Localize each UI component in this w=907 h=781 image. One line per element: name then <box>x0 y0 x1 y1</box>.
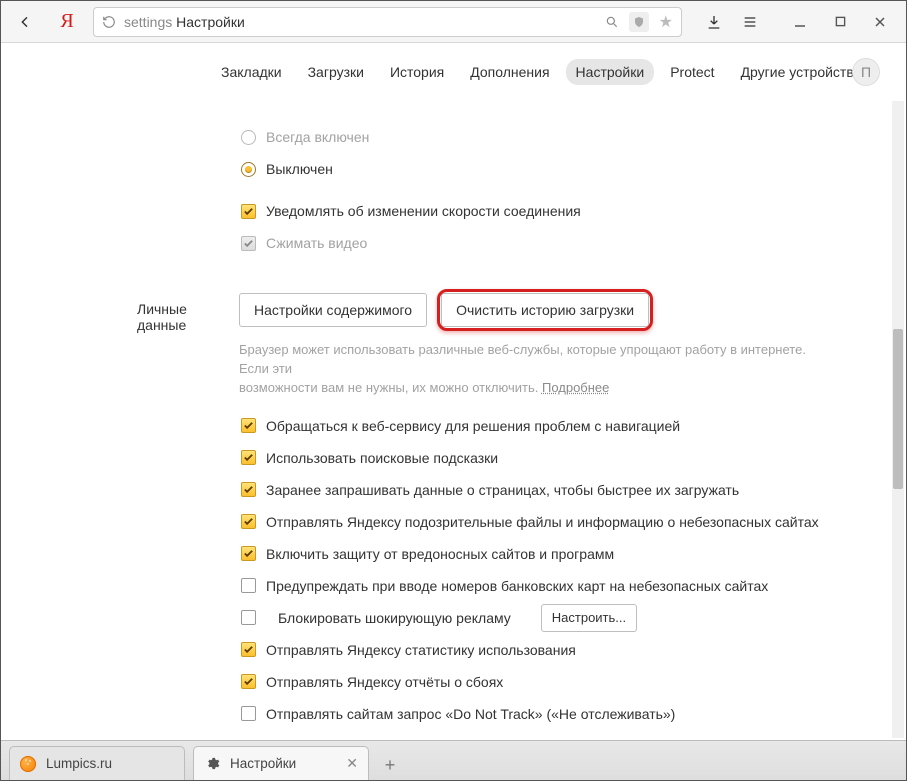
reload-icon[interactable] <box>102 15 116 29</box>
checkbox-notify-speed[interactable]: Уведомлять об изменении скорости соедине… <box>239 195 866 227</box>
option-label: Включить защиту от вредоносных сайтов и … <box>266 546 614 562</box>
address-text: settings Настройки <box>124 14 597 30</box>
radio-icon <box>241 130 256 145</box>
checkbox-icon <box>241 706 256 721</box>
option-label: Отправлять Яндексу отчёты о сбоях <box>266 674 503 690</box>
checkbox-icon <box>241 610 256 625</box>
protect-shield-icon[interactable] <box>629 12 649 32</box>
radio-turbo-off[interactable]: Выключен <box>239 153 866 185</box>
scrollbar-track[interactable] <box>892 101 904 738</box>
configure-ads-button[interactable]: Настроить... <box>541 604 637 632</box>
nav-tab-other-devices[interactable]: Другие устройства <box>731 59 872 85</box>
checkbox-nav-problems[interactable]: Обращаться к веб-сервису для решения про… <box>239 410 866 442</box>
back-button[interactable] <box>9 8 41 36</box>
tab-lumpics[interactable]: Lumpics.ru <box>9 746 185 780</box>
new-tab-button[interactable]: + <box>375 750 405 780</box>
checkbox-prefetch[interactable]: Заранее запрашивать данные о страницах, … <box>239 474 866 506</box>
tab-strip: Lumpics.ru Настройки ✕ + <box>1 740 906 780</box>
radio-turbo-always-on[interactable]: Всегда включен <box>239 121 866 153</box>
tab-label: Lumpics.ru <box>46 756 112 771</box>
window-maximize-button[interactable] <box>822 8 858 36</box>
nav-tab-extensions[interactable]: Дополнения <box>460 59 559 85</box>
section-label-privacy: Личные данные <box>1 293 239 730</box>
checkbox-icon <box>241 418 256 433</box>
clear-download-history-button[interactable]: Очистить историю загрузки <box>441 293 649 327</box>
nav-tab-history[interactable]: История <box>380 59 454 85</box>
option-label: Уведомлять об изменении скорости соедине… <box>266 203 581 219</box>
checkbox-compress-video: Сжимать видео <box>239 227 866 259</box>
menu-button[interactable] <box>734 8 766 36</box>
option-label: Обращаться к веб-сервису для решения про… <box>266 418 680 434</box>
nav-tab-settings[interactable]: Настройки <box>566 59 655 85</box>
checkbox-icon <box>241 514 256 529</box>
yandex-logo-icon[interactable]: Я <box>55 10 79 34</box>
option-label: Предупреждать при вводе номеров банковск… <box>266 578 768 594</box>
checkbox-icon <box>241 236 256 251</box>
checkbox-usage-stats[interactable]: Отправлять Яндексу статистику использова… <box>239 634 866 666</box>
nav-tab-downloads[interactable]: Загрузки <box>298 59 374 85</box>
settings-content: Всегда включен Выключен Уведомлять об из… <box>1 101 906 738</box>
checkbox-block-shock-ads[interactable]: Блокировать шокирующую рекламу Настроить… <box>239 602 866 634</box>
checkbox-icon <box>241 482 256 497</box>
nav-tab-protect[interactable]: Protect <box>660 59 724 85</box>
profile-avatar[interactable]: П <box>852 58 880 86</box>
option-label: Всегда включен <box>266 129 369 145</box>
downloads-button[interactable] <box>698 8 730 36</box>
window-close-button[interactable] <box>862 8 898 36</box>
checkbox-crash-reports[interactable]: Отправлять Яндексу отчёты о сбоях <box>239 666 866 698</box>
checkbox-icon <box>241 546 256 561</box>
checkbox-icon <box>241 642 256 657</box>
option-label: Отправлять сайтам запрос «Do Not Track» … <box>266 706 675 722</box>
learn-more-link[interactable]: Подробнее <box>542 380 609 395</box>
checkbox-warn-cards[interactable]: Предупреждать при вводе номеров банковск… <box>239 570 866 602</box>
option-label: Отправлять Яндексу подозрительные файлы … <box>266 514 819 530</box>
radio-icon <box>241 162 256 177</box>
settings-nav: Закладки Загрузки История Дополнения Нас… <box>1 43 906 101</box>
option-label: Сжимать видео <box>266 235 367 251</box>
bookmark-star-icon[interactable]: ★ <box>659 12 673 32</box>
tab-label: Настройки <box>230 756 296 771</box>
address-bar[interactable]: settings Настройки ★ <box>93 7 682 37</box>
option-label: Выключен <box>266 161 333 177</box>
gear-icon <box>204 756 220 772</box>
checkbox-search-suggest[interactable]: Использовать поисковые подсказки <box>239 442 866 474</box>
privacy-help-text: Браузер может использовать различные веб… <box>239 341 839 398</box>
content-settings-button[interactable]: Настройки содержимого <box>239 293 427 327</box>
option-label: Блокировать шокирующую рекламу <box>278 610 511 626</box>
tab-settings[interactable]: Настройки ✕ <box>193 746 369 780</box>
window-minimize-button[interactable] <box>782 8 818 36</box>
checkbox-icon <box>241 674 256 689</box>
checkbox-malware-protect[interactable]: Включить защиту от вредоносных сайтов и … <box>239 538 866 570</box>
checkbox-do-not-track[interactable]: Отправлять сайтам запрос «Do Not Track» … <box>239 698 866 730</box>
option-label: Отправлять Яндексу статистику использова… <box>266 642 576 658</box>
browser-toolbar: Я settings Настройки ★ <box>1 1 906 43</box>
scrollbar-thumb[interactable] <box>893 329 903 489</box>
checkbox-icon <box>241 450 256 465</box>
orange-favicon-icon <box>20 756 36 772</box>
checkbox-send-suspicious[interactable]: Отправлять Яндексу подозрительные файлы … <box>239 506 866 538</box>
checkbox-icon <box>241 578 256 593</box>
option-label: Заранее запрашивать данные о страницах, … <box>266 482 739 498</box>
search-icon[interactable] <box>605 15 619 29</box>
tab-close-icon[interactable]: ✕ <box>346 755 358 772</box>
option-label: Использовать поисковые подсказки <box>266 450 498 466</box>
checkbox-icon <box>241 204 256 219</box>
nav-tab-bookmarks[interactable]: Закладки <box>211 59 292 85</box>
